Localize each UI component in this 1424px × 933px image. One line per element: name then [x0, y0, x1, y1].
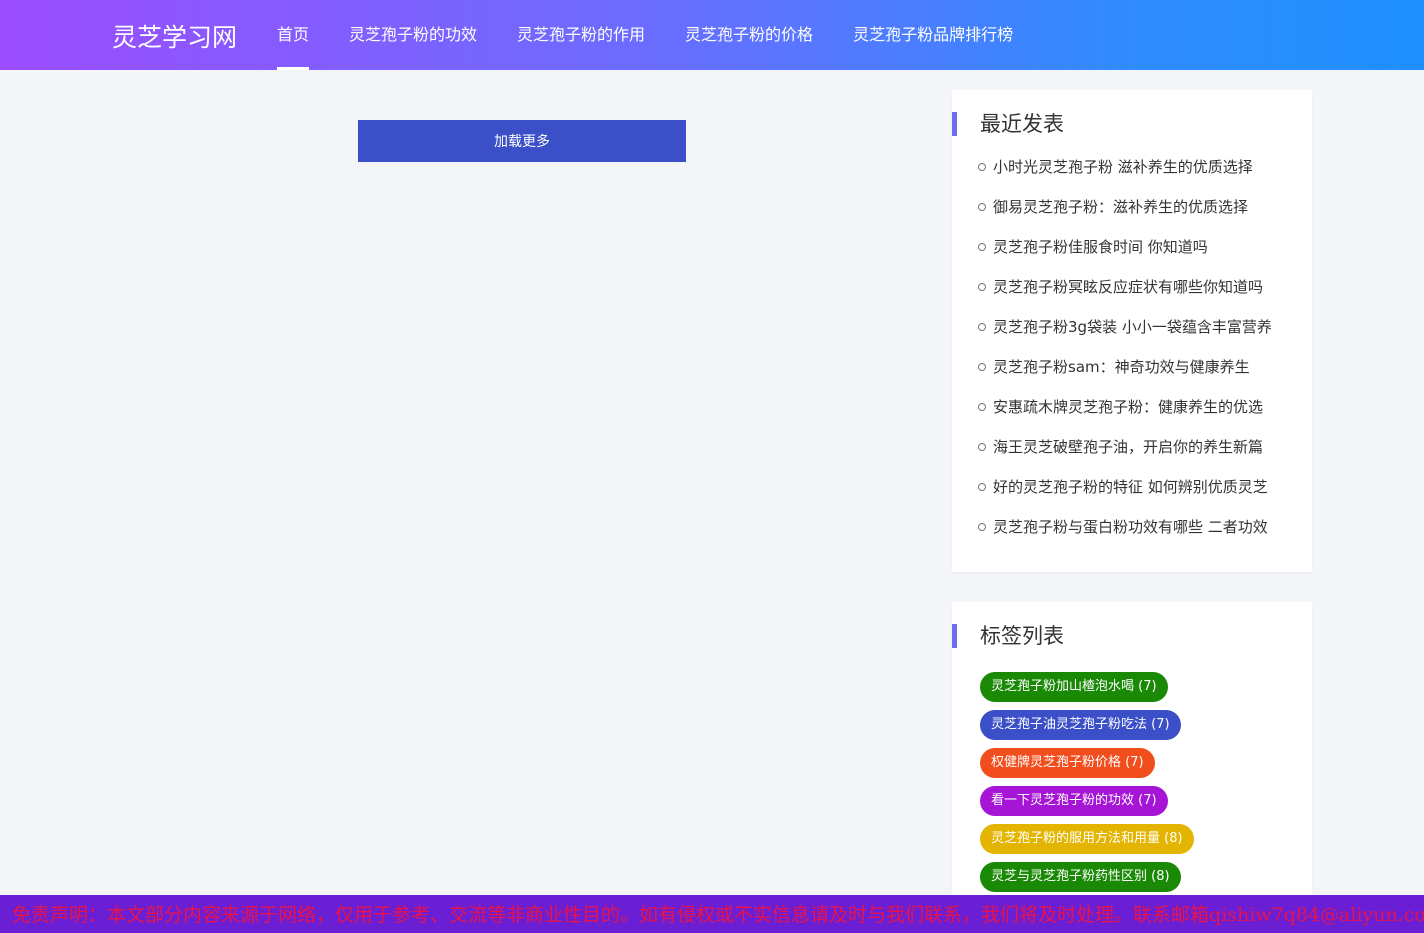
list-item[interactable]: 好的灵芝孢子粉的特征 如何辨别优质灵芝 [978, 472, 1288, 512]
recent-post-link[interactable]: 安惠疏木牌灵芝孢子粉：健康养生的优选 [993, 392, 1288, 422]
nav-item-effects[interactable]: 灵芝孢子粉的功效 [349, 0, 477, 70]
circle-bullet-icon [978, 323, 986, 331]
disclaimer-bar: 免责声明：本文部分内容来源于网络，仅用于参考、交流等非商业性目的。如有侵权或不实… [0, 895, 1424, 933]
tag-pill[interactable]: 看一下灵芝孢子粉的功效 (7) [980, 786, 1168, 816]
circle-bullet-icon [978, 523, 986, 531]
tag-pill[interactable]: 灵芝孢子粉加山楂泡水喝 (7) [980, 672, 1168, 702]
recent-post-link[interactable]: 灵芝孢子粉与蛋白粉功效有哪些 二者功效 [993, 512, 1288, 542]
tag-pill[interactable]: 灵芝与灵芝孢子粉药性区别 (8) [980, 862, 1181, 892]
recent-post-link[interactable]: 灵芝孢子粉sam：神奇功效与健康养生 [993, 352, 1288, 382]
list-item[interactable]: 灵芝孢子粉sam：神奇功效与健康养生 [978, 352, 1288, 392]
tag-list-panel: 标签列表 灵芝孢子粉加山楂泡水喝 (7) 灵芝孢子油灵芝孢子粉吃法 (7) 权健… [952, 602, 1312, 902]
recent-posts-title: 最近发表 [952, 112, 1064, 136]
main-nav: 首页 灵芝孢子粉的功效 灵芝孢子粉的作用 灵芝孢子粉的价格 灵芝孢子粉品牌排行榜 [277, 0, 1053, 70]
list-item[interactable]: 灵芝孢子粉冥眩反应症状有哪些你知道吗 [978, 272, 1288, 312]
recent-posts-panel: 最近发表 小时光灵芝孢子粉 滋补养生的优质选择 御易灵芝孢子粉：滋补养生的优质选… [952, 90, 1312, 572]
tag-pill[interactable]: 权健牌灵芝孢子粉价格 (7) [980, 748, 1155, 778]
recent-post-link[interactable]: 灵芝孢子粉佳服食时间 你知道吗 [993, 232, 1288, 262]
recent-post-link[interactable]: 灵芝孢子粉3g袋装 小小一袋蕴含丰富营养 [993, 312, 1288, 342]
nav-item-home[interactable]: 首页 [277, 0, 310, 70]
load-more-button[interactable]: 加载更多 [358, 120, 686, 162]
list-item[interactable]: 御易灵芝孢子粉：滋补养生的优质选择 [978, 192, 1288, 232]
circle-bullet-icon [978, 443, 986, 451]
recent-post-link[interactable]: 灵芝孢子粉冥眩反应症状有哪些你知道吗 [993, 272, 1288, 302]
recent-posts-list: 小时光灵芝孢子粉 滋补养生的优质选择 御易灵芝孢子粉：滋补养生的优质选择 灵芝孢… [978, 152, 1288, 552]
circle-bullet-icon [978, 363, 986, 371]
circle-bullet-icon [978, 163, 986, 171]
list-item[interactable]: 灵芝孢子粉与蛋白粉功效有哪些 二者功效 [978, 512, 1288, 552]
list-item[interactable]: 灵芝孢子粉3g袋装 小小一袋蕴含丰富营养 [978, 312, 1288, 352]
recent-post-link[interactable]: 海王灵芝破壁孢子油，开启你的养生新篇 [993, 432, 1288, 462]
top-header: 灵芝学习网 首页 灵芝孢子粉的功效 灵芝孢子粉的作用 灵芝孢子粉的价格 灵芝孢子… [0, 0, 1424, 70]
recent-post-link[interactable]: 好的灵芝孢子粉的特征 如何辨别优质灵芝 [993, 472, 1288, 502]
nav-item-functions[interactable]: 灵芝孢子粉的作用 [517, 0, 645, 70]
site-logo[interactable]: 灵芝学习网 [112, 18, 237, 54]
list-item[interactable]: 海王灵芝破壁孢子油，开启你的养生新篇 [978, 432, 1288, 472]
circle-bullet-icon [978, 243, 986, 251]
circle-bullet-icon [978, 403, 986, 411]
list-item[interactable]: 安惠疏木牌灵芝孢子粉：健康养生的优选 [978, 392, 1288, 432]
recent-post-link[interactable]: 御易灵芝孢子粉：滋补养生的优质选择 [993, 192, 1288, 222]
tag-pill[interactable]: 灵芝孢子粉的服用方法和用量 (8) [980, 824, 1194, 854]
nav-item-brand-ranking[interactable]: 灵芝孢子粉品牌排行榜 [853, 0, 1013, 70]
circle-bullet-icon [978, 483, 986, 491]
circle-bullet-icon [978, 203, 986, 211]
circle-bullet-icon [978, 283, 986, 291]
tag-list: 灵芝孢子粉加山楂泡水喝 (7) 灵芝孢子油灵芝孢子粉吃法 (7) 权健牌灵芝孢子… [980, 672, 1194, 900]
nav-item-price[interactable]: 灵芝孢子粉的价格 [685, 0, 813, 70]
list-item[interactable]: 小时光灵芝孢子粉 滋补养生的优质选择 [978, 152, 1288, 192]
recent-post-link[interactable]: 小时光灵芝孢子粉 滋补养生的优质选择 [993, 152, 1288, 182]
tag-list-title: 标签列表 [952, 624, 1064, 648]
list-item[interactable]: 灵芝孢子粉佳服食时间 你知道吗 [978, 232, 1288, 272]
tag-pill[interactable]: 灵芝孢子油灵芝孢子粉吃法 (7) [980, 710, 1181, 740]
